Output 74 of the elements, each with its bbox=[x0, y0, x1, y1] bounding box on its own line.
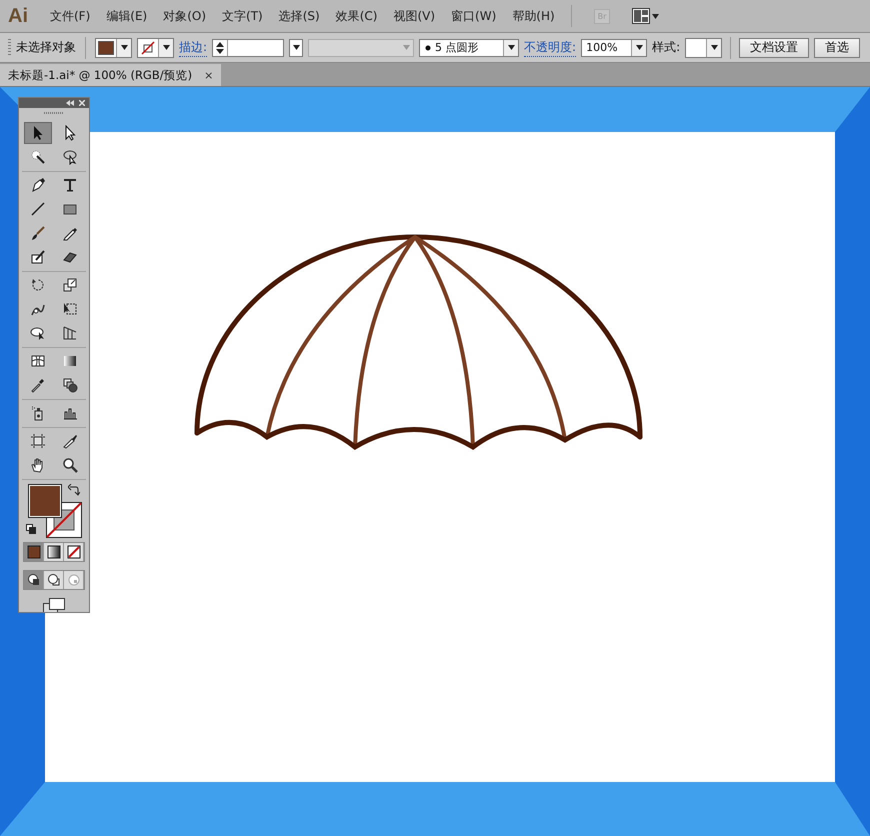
layout-button[interactable] bbox=[632, 8, 660, 24]
blob-brush-icon bbox=[30, 249, 46, 266]
selection-status: 未选择对象 bbox=[16, 39, 76, 56]
menu-item[interactable]: 选择(S) bbox=[270, 8, 328, 24]
fill-color-dropdown[interactable] bbox=[95, 38, 132, 58]
draw-behind-icon bbox=[46, 572, 60, 587]
fill-swatch[interactable] bbox=[28, 484, 62, 518]
color-mode-button[interactable] bbox=[44, 542, 64, 561]
none-mode-icon bbox=[66, 544, 80, 559]
document-tab[interactable]: 未标题-1.ai* @ 100% (RGB/预览) × bbox=[0, 64, 222, 86]
perspective-grid-icon bbox=[62, 325, 78, 342]
color-mode-button[interactable] bbox=[64, 542, 84, 561]
caret-icon bbox=[403, 45, 410, 50]
toolbar-button[interactable]: 文档设置 bbox=[739, 38, 810, 58]
brush-dropdown[interactable]: 5 点圆形 bbox=[419, 38, 520, 56]
color-mode-icon bbox=[26, 544, 40, 559]
menu-item[interactable]: 窗口(W) bbox=[443, 8, 504, 24]
default-colors-icon[interactable] bbox=[26, 524, 36, 534]
spinner-icon bbox=[216, 42, 224, 54]
caret-icon bbox=[508, 45, 515, 50]
toolbar-button[interactable]: 首选 bbox=[814, 38, 860, 58]
rotate-icon bbox=[30, 277, 46, 294]
artboard-icon bbox=[30, 433, 46, 450]
dot-icon bbox=[425, 44, 432, 50]
caret-icon bbox=[710, 45, 718, 50]
menu-item[interactable]: 文字(T) bbox=[214, 8, 271, 24]
app-logo: Ai bbox=[7, 4, 29, 28]
stroke-link[interactable]: 描边: bbox=[179, 38, 208, 56]
no-stroke-icon bbox=[140, 40, 156, 54]
menu-item[interactable]: 对象(O) bbox=[155, 8, 214, 24]
brush-icon bbox=[30, 225, 46, 242]
scale-icon bbox=[62, 277, 78, 294]
caret-icon bbox=[652, 14, 660, 18]
free-transform-icon bbox=[62, 301, 78, 318]
draw-mode-button[interactable] bbox=[24, 570, 44, 589]
stroke-weight-field[interactable] bbox=[212, 38, 284, 56]
pencil-icon bbox=[62, 225, 78, 242]
style-label: 样式: bbox=[652, 39, 680, 56]
draw-normal-icon bbox=[26, 572, 40, 587]
collapse-icon[interactable] bbox=[66, 100, 74, 106]
wand-icon bbox=[30, 149, 46, 166]
close-icon[interactable] bbox=[79, 100, 85, 106]
style-dropdown[interactable] bbox=[685, 38, 722, 58]
line-icon bbox=[30, 201, 46, 218]
pen-icon bbox=[30, 177, 46, 194]
screen-mode-icon[interactable] bbox=[43, 598, 65, 612]
swap-icon[interactable] bbox=[68, 484, 80, 496]
umbrella-drawing[interactable] bbox=[194, 234, 642, 450]
tool-button[interactable] bbox=[24, 122, 52, 144]
menu-item[interactable]: 文件(F) bbox=[42, 8, 98, 24]
draw-mode-button[interactable] bbox=[44, 570, 64, 589]
menu-item[interactable]: 编辑(E) bbox=[98, 8, 156, 24]
lasso-icon bbox=[62, 149, 78, 166]
caret-icon bbox=[292, 45, 300, 50]
shape-builder-icon bbox=[30, 325, 46, 342]
gradient-mode-icon bbox=[46, 544, 60, 559]
menu-item[interactable]: 视图(V) bbox=[385, 8, 444, 24]
text-tool-icon bbox=[62, 177, 78, 194]
eyedropper-icon bbox=[30, 377, 46, 394]
opacity-link[interactable]: 不透明度: bbox=[524, 38, 576, 56]
draw-inside-icon bbox=[66, 572, 80, 587]
mesh-icon bbox=[30, 353, 46, 370]
menu-item[interactable]: 效果(C) bbox=[328, 8, 386, 24]
close-button[interactable]: × bbox=[204, 68, 214, 82]
opacity-field[interactable]: 100% bbox=[581, 38, 648, 56]
color-mode-button[interactable] bbox=[24, 542, 44, 561]
knife-icon bbox=[62, 433, 78, 450]
stroke-color-dropdown[interactable] bbox=[137, 38, 174, 58]
caret-icon bbox=[120, 45, 128, 50]
search-icon bbox=[62, 457, 78, 474]
caret-icon bbox=[636, 45, 643, 50]
caret-icon bbox=[162, 45, 170, 50]
blend-icon bbox=[62, 377, 78, 394]
menu-item[interactable]: 帮助(H) bbox=[504, 8, 563, 24]
